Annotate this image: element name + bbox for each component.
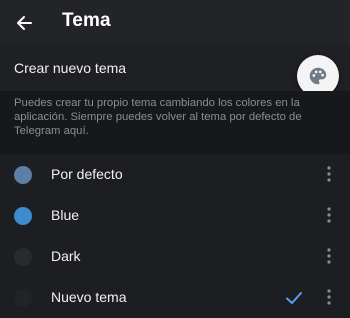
back-button[interactable] [10,9,38,37]
palette-icon [309,67,327,85]
create-theme-label: Crear nuevo tema [14,60,127,76]
more-options-button[interactable] [319,162,339,186]
theme-color-dot [14,289,32,307]
more-options-button[interactable] [319,203,339,227]
theme-name: Blue [51,207,80,223]
more-vertical-icon [327,248,331,264]
theme-row[interactable]: Nuevo tema [0,277,350,318]
theme-row[interactable]: Por defecto [0,154,350,195]
theme-name: Nuevo tema [51,289,127,305]
theme-color-dot [14,207,32,225]
top-bar: Tema [0,0,350,45]
theme-row[interactable]: Blue [0,195,350,236]
theme-color-dot [14,166,32,184]
arrow-left-icon [17,16,32,30]
more-vertical-icon [327,289,331,305]
checkmark-icon [286,292,302,304]
more-options-button[interactable] [319,285,339,309]
theme-color-dot [14,248,32,266]
more-options-button[interactable] [319,244,339,268]
page-title: Tema [62,10,111,31]
more-vertical-icon [327,166,331,182]
more-vertical-icon [327,207,331,223]
info-text: Puedes crear tu propio tema cambiando lo… [14,97,302,137]
theme-name: Dark [51,248,81,264]
theme-row[interactable]: Dark [0,236,350,277]
theme-name: Por defecto [51,166,123,182]
